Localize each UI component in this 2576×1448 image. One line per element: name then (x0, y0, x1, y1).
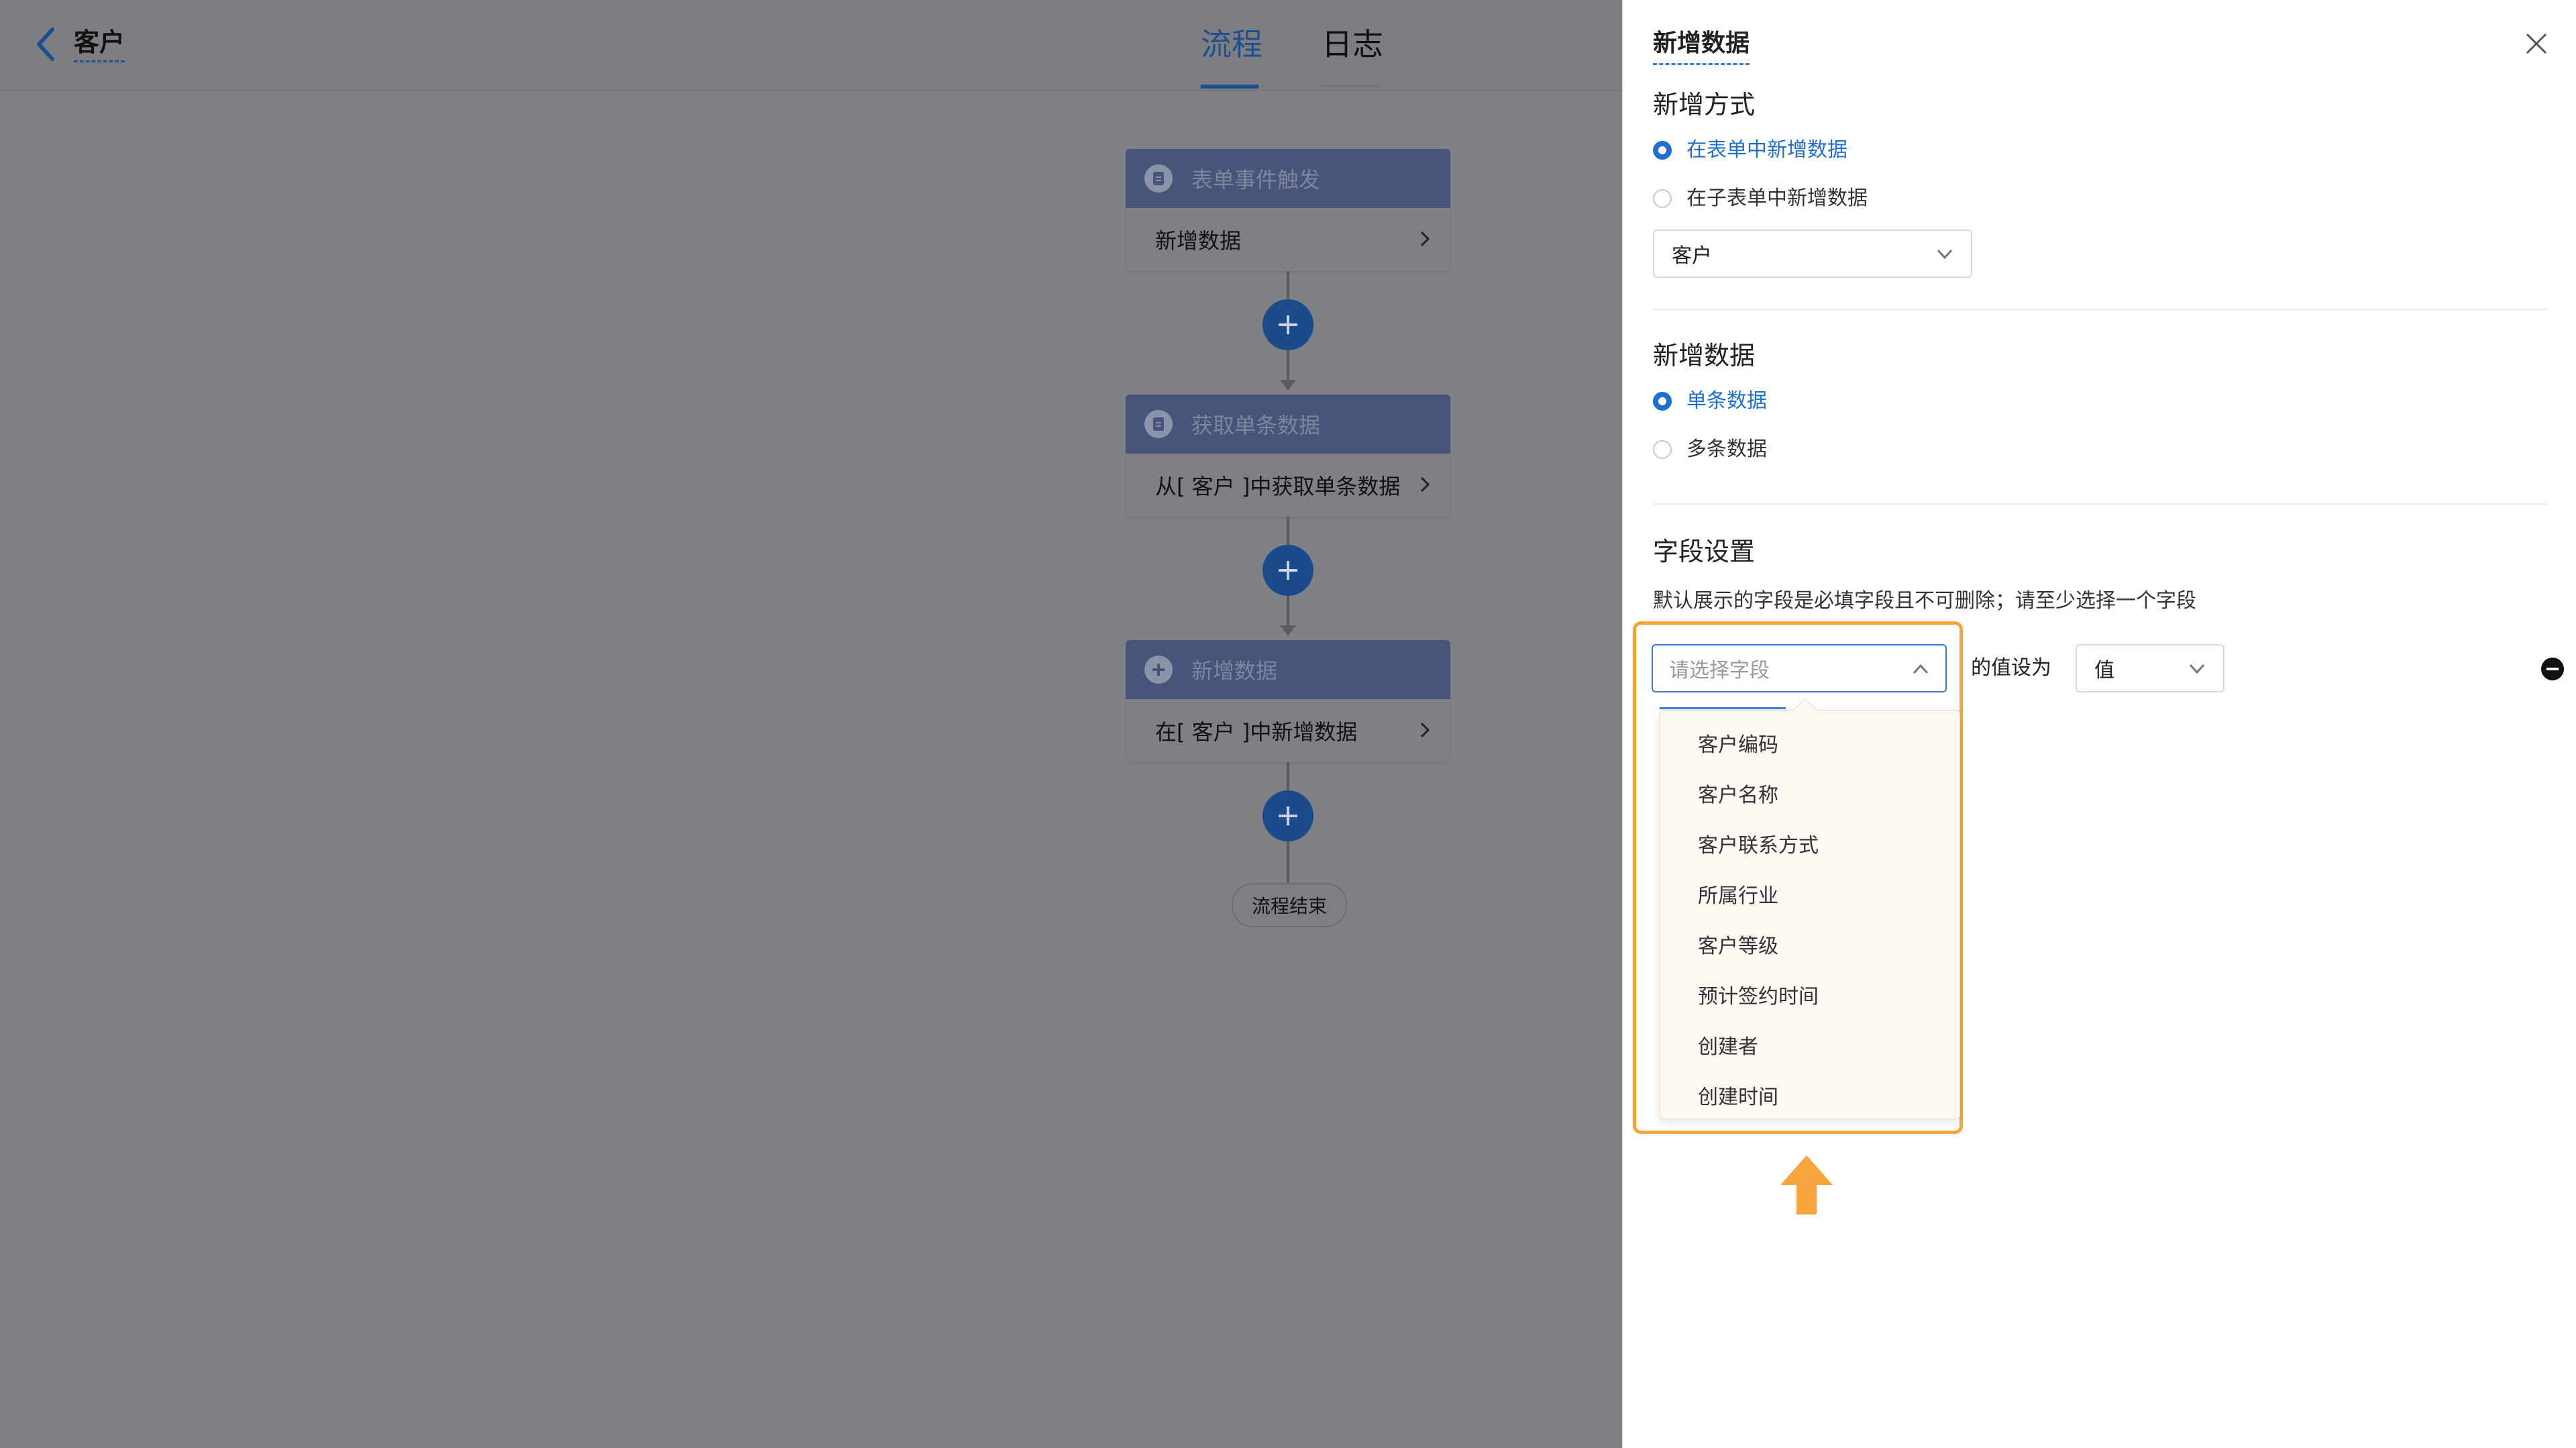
node-title: 新增数据 (1191, 658, 1278, 684)
connector-arrow-icon (1280, 380, 1296, 391)
section-label-data: 新增数据 (1653, 341, 1756, 370)
tab-divider (1322, 85, 1379, 87)
section-label-mode: 新增方式 (1653, 90, 1756, 119)
radio-label: 多条数据 (1686, 437, 1767, 461)
node-description: 在[ 客户 ]中新增数据 (1155, 719, 1358, 745)
add-node-button[interactable] (1263, 545, 1313, 596)
chevron-right-icon (1420, 722, 1430, 738)
plus-icon (1279, 807, 1297, 825)
dropdown-focus-line (1660, 707, 1786, 709)
chevron-up-icon (1913, 664, 1929, 674)
add-node-button[interactable] (1263, 299, 1313, 350)
section-label-fields: 字段设置 (1653, 537, 1756, 566)
node-title: 获取单条数据 (1191, 413, 1321, 438)
form-select[interactable]: 客户 (1653, 229, 1972, 278)
dropdown-option[interactable]: 创建时间 (1698, 1084, 1778, 1111)
node-description: 新增数据 (1155, 228, 1242, 254)
node-header: 获取单条数据 (1126, 395, 1450, 454)
radio-label: 单条数据 (1686, 389, 1767, 413)
chevron-down-icon (1937, 249, 1953, 260)
plus-icon (1279, 561, 1297, 580)
node-body[interactable]: 新增数据 (1126, 208, 1450, 271)
radio-in-form[interactable]: 在表单中新增数据 (1653, 137, 1847, 164)
dropdown-option[interactable]: 预计签约时间 (1698, 984, 1819, 1011)
chevron-right-icon (1420, 476, 1430, 493)
flow-node-add-data[interactable]: 新增数据 在[ 客户 ]中新增数据 (1126, 640, 1450, 762)
radio-button[interactable] (1653, 440, 1672, 459)
radio-button[interactable] (1653, 189, 1672, 208)
add-node-button[interactable] (1263, 790, 1313, 841)
plus-circle-icon (1144, 656, 1173, 684)
radio-single[interactable]: 单条数据 (1653, 388, 1767, 415)
plus-icon (1279, 315, 1297, 334)
value-type-value: 值 (2094, 659, 2114, 682)
divider (1653, 309, 2548, 310)
page-title[interactable]: 客户 (74, 27, 125, 62)
flow-editor-background: 客户 流程 日志 表单事件触发 新增数据 获取单条数据 从[客户]中获取单条… (0, 0, 1622, 1448)
field-select-placeholder: 请选择字段 (1669, 659, 1770, 682)
flow-node-trigger[interactable]: 表单事件触发 新增数据 (1126, 149, 1450, 271)
flow-node-get-single[interactable]: 获取单条数据 从[ 客户 ]中获取单条数据 (1126, 395, 1450, 517)
radio-label: 在子表单中新增数据 (1686, 187, 1868, 210)
node-body[interactable]: 在[ 客户 ]中新增数据 (1126, 699, 1450, 762)
field-select[interactable]: 请选择字段 (1652, 644, 1947, 692)
radio-button[interactable] (1653, 141, 1672, 160)
up-arrow-icon (1780, 1155, 1833, 1214)
radio-in-subform[interactable]: 在子表单中新增数据 (1653, 185, 1868, 212)
minus-icon (2546, 668, 2559, 670)
field-dropdown: 客户编码 客户名称 客户联系方式 所属行业 客户等级 预计签约时间 创建者 创建… (1660, 710, 1960, 1119)
connector-line (1287, 350, 1289, 382)
radio-multiple[interactable]: 多条数据 (1653, 436, 1767, 463)
node-header: 新增数据 (1126, 640, 1450, 699)
tab-flow[interactable]: 流程 (1201, 24, 1263, 64)
tab-log[interactable]: 日志 (1322, 24, 1383, 64)
chevron-right-icon (1420, 231, 1430, 247)
radio-button[interactable] (1653, 392, 1672, 411)
connector-arrow-icon (1280, 625, 1296, 636)
form-select-value: 客户 (1672, 244, 1712, 268)
chevron-down-icon (2189, 664, 2205, 674)
connector-line (1287, 841, 1289, 884)
document-icon (1144, 164, 1173, 193)
set-value-label: 的值设为 (1971, 656, 2051, 680)
node-body[interactable]: 从[ 客户 ]中获取单条数据 (1126, 454, 1450, 517)
close-icon[interactable] (2525, 32, 2548, 55)
dropdown-option[interactable]: 客户联系方式 (1698, 833, 1819, 860)
dropdown-option[interactable]: 客户等级 (1698, 933, 1778, 960)
dropdown-option[interactable]: 所属行业 (1698, 883, 1778, 910)
radio-label: 在表单中新增数据 (1686, 138, 1847, 162)
remove-field-button[interactable] (2541, 658, 2564, 680)
document-icon (1144, 410, 1173, 438)
node-header: 表单事件触发 (1126, 149, 1450, 208)
value-type-select[interactable]: 值 (2076, 644, 2224, 692)
node-title: 表单事件触发 (1191, 167, 1321, 193)
active-tab-indicator (1201, 85, 1258, 89)
dropdown-option[interactable]: 创建者 (1698, 1034, 1758, 1061)
field-hint: 默认展示的字段是必填字段且不可删除；请至少选择一个字段 (1653, 589, 2196, 613)
dropdown-option[interactable]: 客户名称 (1698, 782, 1778, 809)
top-bar: 客户 流程 日志 (0, 0, 1622, 91)
dropdown-option[interactable]: 客户编码 (1698, 732, 1778, 759)
divider (1653, 503, 2548, 505)
flow-end: 流程结束 (1232, 883, 1347, 927)
back-arrow-icon[interactable] (32, 25, 59, 63)
node-description: 从[ 客户 ]中获取单条数据 (1155, 474, 1401, 499)
panel-title: 新增数据 (1653, 28, 1750, 65)
connector-line (1287, 596, 1289, 628)
